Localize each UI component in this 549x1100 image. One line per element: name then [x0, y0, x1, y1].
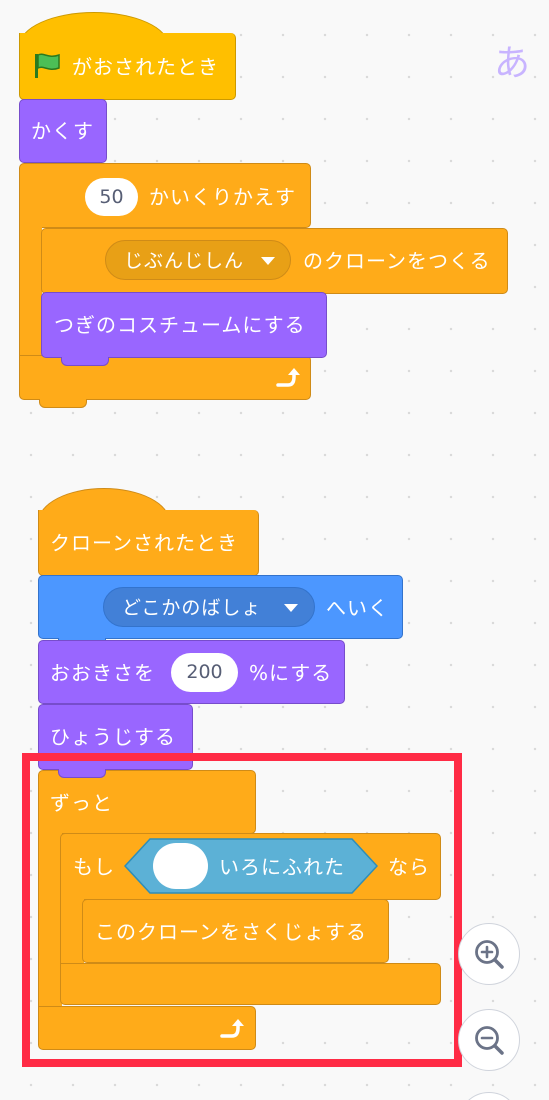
next-costume-label: つぎのコスチュームにする	[54, 313, 306, 337]
chevron-down-icon	[284, 604, 298, 612]
zoom-in-button[interactable]	[458, 923, 520, 985]
goto-label: へいく	[326, 596, 389, 620]
highlight-frame	[22, 753, 462, 1067]
clone-target-value: じぶんじしん	[124, 250, 245, 272]
repeat-label: かいくりかえす	[149, 185, 296, 209]
language-icon[interactable]: あ	[494, 44, 531, 84]
show-label: ひょうじする	[50, 725, 176, 749]
zoom-in-icon	[475, 940, 504, 969]
goto-target-value: どこかのばしょ	[122, 597, 262, 619]
zoom-out-button[interactable]	[458, 1009, 520, 1071]
size-value-input[interactable]: 200	[171, 653, 238, 692]
green-flag-icon	[35, 53, 60, 78]
when-cloned-label: クローンされたとき	[50, 531, 238, 555]
set-size-prefix: おおきさを	[50, 661, 155, 685]
when-flag-clicked-label: がおされたとき	[72, 55, 219, 79]
set-size-suffix: %にする	[249, 661, 333, 685]
create-clone-label: のクローンをつくる	[303, 249, 491, 273]
next-costume-notch	[61, 357, 109, 366]
loop-arrow-icon	[276, 368, 300, 387]
zoom-reset-button[interactable]	[458, 1092, 520, 1100]
zoom-out-icon	[475, 1026, 504, 1055]
repeat-arm	[19, 225, 42, 360]
repeat-bottom-notch	[39, 399, 87, 408]
repeat-count-input[interactable]: 50	[85, 178, 138, 216]
chevron-down-icon	[261, 257, 275, 265]
hide-label: かくす	[31, 119, 94, 143]
